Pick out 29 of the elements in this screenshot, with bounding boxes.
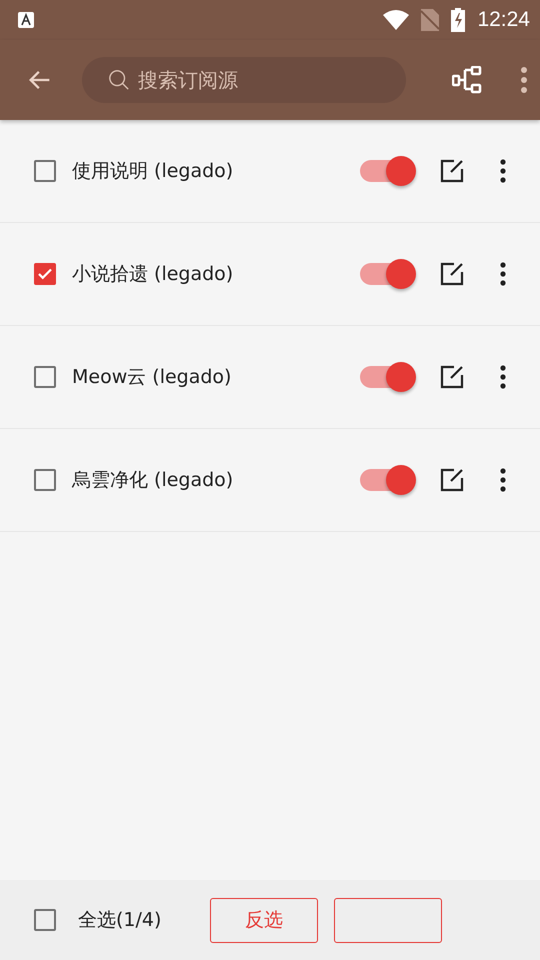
more-button[interactable] [500,468,506,492]
select-all-label: 全选(1/4) [78,908,162,933]
source-name: 烏雲净化 (legado) [72,468,234,493]
clock-time: 12:24 [477,8,530,32]
search-field[interactable]: 搜索订阅源 [136,67,360,93]
app-notification-icon [18,12,34,28]
source-name: 小说拾遗 (legado) [72,262,234,287]
edit-button[interactable] [440,262,464,286]
search-field[interactable]: 搜索订阅源 [82,57,406,103]
edit-button[interactable] [440,159,464,183]
edit-button[interactable] [440,365,464,389]
checkbox[interactable] [34,366,56,388]
source-name: Meow云 (legado) [72,365,232,390]
invert-selection-button[interactable]: 反选 [210,898,318,942]
source-name: 使用说明 (legado) [72,159,234,184]
search-icon [108,69,130,91]
battery-charging-icon [451,8,466,32]
wifi-icon [383,10,410,30]
checkbox[interactable] [34,909,56,931]
action-button[interactable] [334,898,442,942]
more-button[interactable] [500,262,506,286]
more-button[interactable] [500,159,506,183]
checkbox[interactable] [34,263,56,285]
group-button[interactable] [452,66,482,94]
edit-button[interactable] [440,468,464,492]
no-sim-icon [421,9,440,31]
more-button[interactable] [500,365,506,389]
checkbox[interactable] [34,469,56,491]
checkbox[interactable] [34,160,56,182]
